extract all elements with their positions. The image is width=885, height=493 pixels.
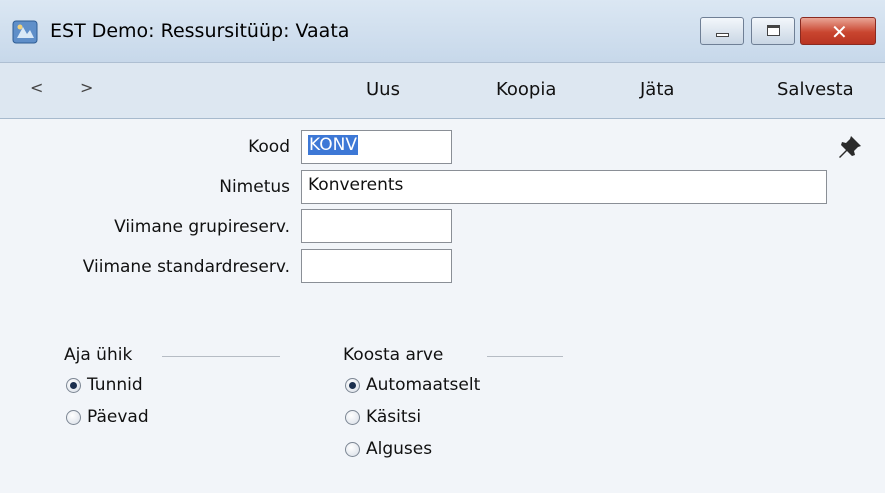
standardreserv-label: Viimane standardreserv.: [82, 257, 290, 277]
radio-kasitsi-label: Käsitsi: [366, 407, 422, 427]
next-record-button[interactable]: >: [80, 78, 93, 97]
invoice-divider: [487, 356, 563, 357]
close-button[interactable]: ✕: [800, 17, 876, 45]
radio-kasitsi[interactable]: Käsitsi: [345, 407, 421, 427]
radio-tunnid-label: Tunnid: [87, 375, 143, 395]
title-bar: EST Demo: Ressursitüüp: Vaata ✕: [0, 0, 885, 63]
nimetus-value: Konverents: [308, 175, 404, 195]
close-icon: ✕: [831, 20, 848, 44]
radio-automaatselt[interactable]: Automaatselt: [345, 375, 480, 395]
minimize-button[interactable]: [700, 17, 744, 45]
radio-button-icon[interactable]: [66, 409, 81, 425]
radio-paevad-label: Päevad: [87, 407, 149, 427]
maximize-button[interactable]: [751, 17, 795, 45]
copy-button[interactable]: Koopia: [496, 79, 556, 100]
grupireserv-label: Viimane grupireserv.: [114, 217, 290, 237]
radio-alguses-label: Alguses: [366, 439, 433, 459]
radio-button-icon[interactable]: [66, 377, 81, 393]
radio-alguses[interactable]: Alguses: [345, 439, 432, 459]
app-window-icon: [12, 20, 38, 44]
minimize-icon: [716, 33, 729, 37]
window-title: EST Demo: Ressursitüüp: Vaata: [50, 20, 350, 42]
pin-icon[interactable]: [836, 133, 864, 161]
nimetus-label: Nimetus: [219, 177, 290, 197]
new-button[interactable]: Uus: [366, 79, 400, 100]
kood-field[interactable]: KONV: [301, 130, 452, 164]
radio-automaatselt-label: Automaatselt: [366, 375, 481, 395]
kood-label: Kood: [248, 137, 290, 157]
nimetus-field[interactable]: Konverents: [301, 170, 827, 204]
time-unit-divider: [162, 356, 280, 357]
radio-button-icon[interactable]: [345, 377, 360, 393]
radio-button-icon[interactable]: [345, 409, 360, 425]
skip-button[interactable]: Jäta: [640, 79, 674, 100]
kood-value: KONV: [308, 135, 358, 155]
save-button[interactable]: Salvesta: [777, 79, 854, 100]
invoice-title: Koosta arve: [343, 345, 444, 365]
toolbar: < > Uus Koopia Jäta Salvesta: [0, 63, 885, 119]
radio-paevad[interactable]: Päevad: [66, 407, 149, 427]
grupireserv-field[interactable]: [301, 209, 452, 243]
previous-record-button[interactable]: <: [30, 78, 43, 97]
time-unit-title: Aja ühik: [64, 345, 133, 365]
standardreserv-field[interactable]: [301, 249, 452, 283]
maximize-icon: [767, 25, 780, 36]
radio-tunnid[interactable]: Tunnid: [66, 375, 143, 395]
radio-button-icon[interactable]: [345, 441, 360, 457]
